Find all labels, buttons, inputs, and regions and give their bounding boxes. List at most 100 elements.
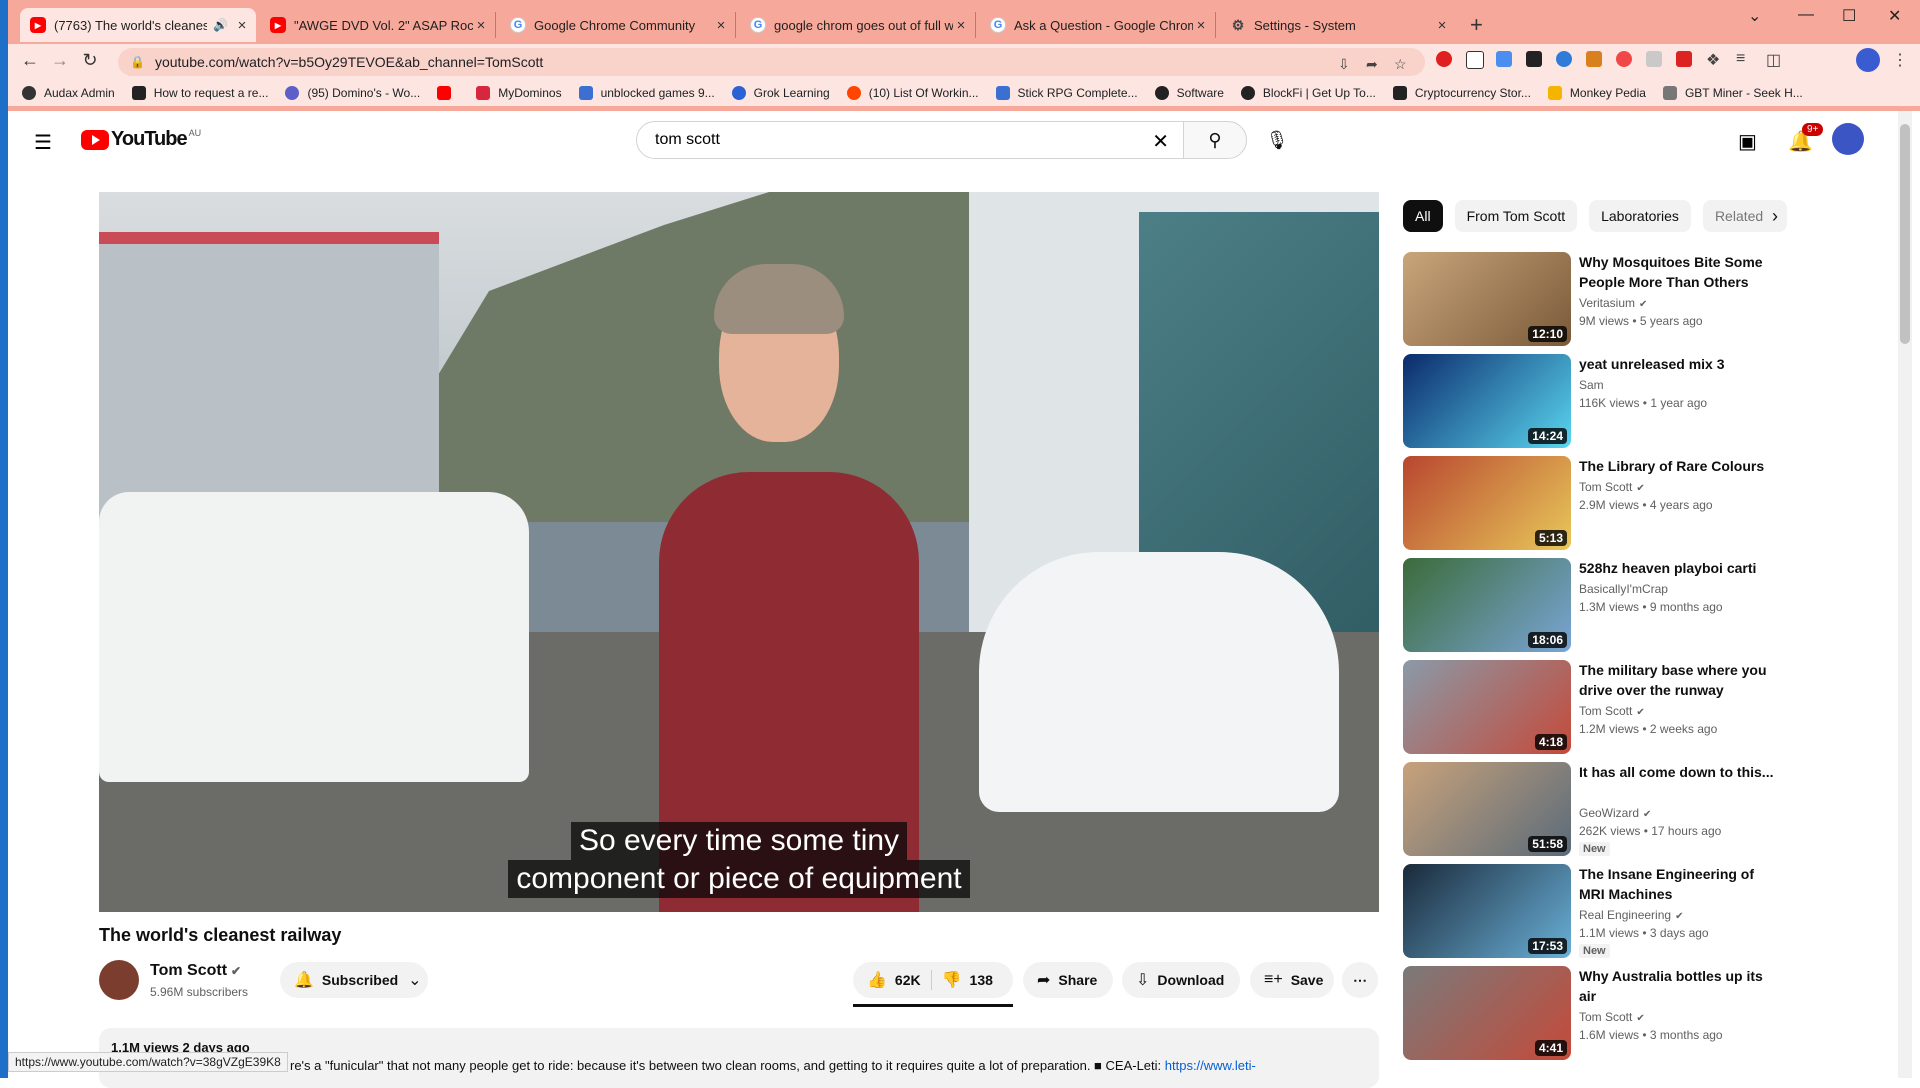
extension-icon[interactable] bbox=[1436, 51, 1452, 67]
bookmark-item[interactable] bbox=[437, 86, 459, 100]
tab-ask-question[interactable]: G Ask a Question - Google Chrome × bbox=[980, 12, 1216, 38]
video-title[interactable]: The Library of Rare Colours bbox=[1579, 456, 1779, 476]
address-bar[interactable]: 🔒 youtube.com/watch?v=b5Oy29TEVOE&ab_cha… bbox=[118, 48, 1425, 76]
tab-chrome-community[interactable]: G Google Chrome Community × bbox=[500, 12, 736, 38]
bookmark-item[interactable]: How to request a re... bbox=[131, 86, 268, 100]
search-input[interactable] bbox=[653, 130, 1137, 150]
extension-icon[interactable] bbox=[1616, 51, 1632, 67]
recommended-video[interactable]: 51:58 It has all come down to this... GeoW… bbox=[1403, 762, 1783, 856]
video-thumbnail[interactable]: 4:18 bbox=[1403, 660, 1571, 754]
channel-name[interactable]: Sam bbox=[1579, 378, 1604, 392]
video-thumbnail[interactable]: 4:41 bbox=[1403, 966, 1571, 1060]
tab-awge-dvd[interactable]: ▶ "AWGE DVD Vol. 2" ASAP Rocky × bbox=[260, 12, 496, 38]
extensions-puzzle-icon[interactable]: ❖ bbox=[1706, 50, 1720, 70]
extension-icon[interactable] bbox=[1586, 51, 1602, 67]
download-button[interactable]: ⇩ Download bbox=[1122, 962, 1240, 998]
tab-youtube-railway[interactable]: ▶ (7763) The world's cleanest r 🔊 × bbox=[20, 8, 256, 42]
recommended-video[interactable]: 14:24 yeat unreleased mix 3 Sam 116K views … bbox=[1403, 354, 1783, 448]
extension-icon[interactable] bbox=[1646, 51, 1662, 67]
youtube-logo[interactable]: YouTube AU bbox=[81, 128, 201, 151]
channel-avatar[interactable] bbox=[99, 960, 139, 1000]
bookmark-item[interactable]: (10) List Of Workin... bbox=[846, 86, 979, 100]
channel-name[interactable]: Tom Scott ✔ bbox=[1579, 1010, 1645, 1024]
share-icon[interactable]: ➦ bbox=[1366, 56, 1378, 73]
bookmark-item[interactable]: Audax Admin bbox=[22, 86, 115, 100]
bookmark-item[interactable]: (95) Domino's - Wo... bbox=[285, 86, 420, 100]
tab-settings[interactable]: ⚙ Settings - System × bbox=[1220, 12, 1456, 38]
channel-name[interactable]: Tom Scott ✔ bbox=[1579, 704, 1645, 718]
lock-icon[interactable]: 🔒 bbox=[130, 55, 145, 69]
recommended-video[interactable]: 4:18 The military base where you drive ov… bbox=[1403, 660, 1783, 754]
side-panel-icon[interactable]: ◫ bbox=[1766, 50, 1781, 70]
extension-icon[interactable] bbox=[1526, 51, 1542, 67]
close-tab-icon[interactable]: × bbox=[1193, 17, 1209, 34]
video-thumbnail[interactable]: 14:24 bbox=[1403, 354, 1571, 448]
tab-chrome-fullscreen[interactable]: G google chrom goes out of full w × bbox=[740, 12, 976, 38]
share-button[interactable]: ➦ Share bbox=[1023, 962, 1113, 998]
recommended-video[interactable]: 17:53 The Insane Engineering of MRI Machi… bbox=[1403, 864, 1783, 958]
chip-from-tom-scott[interactable]: From Tom Scott bbox=[1454, 200, 1578, 232]
close-tab-icon[interactable]: × bbox=[473, 17, 489, 34]
bookmark-item[interactable]: Monkey Pedia bbox=[1547, 86, 1646, 100]
bookmark-item[interactable]: unblocked games 9... bbox=[578, 86, 715, 100]
chip-all[interactable]: All bbox=[1403, 200, 1443, 232]
create-video-icon[interactable]: ▣ bbox=[1738, 129, 1757, 154]
forward-button[interactable]: → bbox=[48, 50, 72, 71]
video-thumbnail[interactable]: 12:10 bbox=[1403, 252, 1571, 346]
extension-icon[interactable] bbox=[1676, 51, 1692, 67]
bookmark-item[interactable]: Cryptocurrency Stor... bbox=[1392, 86, 1531, 100]
bookmark-item[interactable]: GBT Miner - Seek H... bbox=[1662, 86, 1803, 100]
account-avatar[interactable] bbox=[1832, 123, 1864, 155]
dislike-button[interactable]: 👎 138 bbox=[932, 970, 1003, 990]
close-tab-icon[interactable]: × bbox=[713, 17, 729, 34]
reload-button[interactable]: ↻ bbox=[78, 50, 102, 71]
video-title[interactable]: Why Mosquitoes Bite Some People More Tha… bbox=[1579, 252, 1779, 292]
bookmark-item[interactable]: BlockFi | Get Up To... bbox=[1240, 86, 1376, 100]
recommended-video[interactable]: 18:06 528hz heaven playboi carti Basically… bbox=[1403, 558, 1783, 652]
video-thumbnail[interactable]: 5:13 bbox=[1403, 456, 1571, 550]
new-tab-button[interactable]: + bbox=[1470, 12, 1483, 38]
extension-icon[interactable] bbox=[1496, 51, 1512, 67]
video-title[interactable]: yeat unreleased mix 3 bbox=[1579, 354, 1779, 374]
channel-name[interactable]: GeoWizard ✔ bbox=[1579, 806, 1651, 820]
search-button[interactable]: ⚲ bbox=[1183, 121, 1247, 159]
video-title[interactable]: 528hz heaven playboi carti bbox=[1579, 558, 1779, 578]
recommended-video[interactable]: 5:13 The Library of Rare Colours Tom Scott… bbox=[1403, 456, 1783, 550]
video-title[interactable]: The Insane Engineering of MRI Machines bbox=[1579, 864, 1779, 904]
bookmark-item[interactable]: MyDominos bbox=[476, 86, 562, 100]
extension-icon[interactable] bbox=[1556, 51, 1572, 67]
scrollbar-thumb[interactable] bbox=[1900, 124, 1910, 344]
recommended-video[interactable]: 4:41 Why Australia bottles up its air Tom … bbox=[1403, 966, 1783, 1060]
channel-name[interactable]: Real Engineering ✔ bbox=[1579, 908, 1683, 922]
channel-name[interactable]: Tom Scott ✔ bbox=[1579, 480, 1645, 494]
bookmark-item[interactable]: Grok Learning bbox=[731, 86, 830, 100]
video-title[interactable]: It has all come down to this... bbox=[1579, 762, 1779, 782]
video-title[interactable]: The military base where you drive over t… bbox=[1579, 660, 1779, 700]
minimize-button[interactable]: — bbox=[1798, 6, 1814, 24]
channel-name-row[interactable]: Tom Scott ✔ bbox=[150, 962, 241, 980]
video-player[interactable]: So every time some tiny component or pie… bbox=[99, 192, 1379, 912]
video-thumbnail[interactable]: 18:06 bbox=[1403, 558, 1571, 652]
voice-search-button[interactable]: 🎙 bbox=[1258, 121, 1296, 159]
maximize-button[interactable]: ☐ bbox=[1842, 6, 1856, 26]
subscribed-button[interactable]: 🔔 Subscribed ⌄ bbox=[280, 962, 428, 998]
chevron-right-icon[interactable]: › bbox=[1772, 206, 1778, 227]
more-actions-button[interactable]: ⋯ bbox=[1342, 962, 1378, 998]
chrome-menu-icon[interactable]: ⋮ bbox=[1892, 50, 1908, 70]
reading-list-icon[interactable]: ≡ bbox=[1736, 50, 1745, 68]
bookmark-item[interactable]: Software bbox=[1154, 86, 1224, 100]
profile-avatar[interactable] bbox=[1856, 48, 1880, 72]
video-thumbnail[interactable]: 51:58 bbox=[1403, 762, 1571, 856]
clear-search-icon[interactable]: ✕ bbox=[1152, 129, 1169, 154]
close-tab-icon[interactable]: × bbox=[234, 17, 250, 34]
channel-name[interactable]: BasicallyI'mCrap bbox=[1579, 582, 1668, 596]
like-button[interactable]: 👍 62K bbox=[853, 970, 932, 990]
close-window-button[interactable]: ✕ bbox=[1888, 6, 1901, 26]
bookmark-item[interactable]: Stick RPG Complete... bbox=[995, 86, 1138, 100]
tab-search-icon[interactable]: ⌄ bbox=[1748, 6, 1761, 26]
install-icon[interactable]: ⇩ bbox=[1338, 56, 1350, 73]
speaker-icon[interactable]: 🔊 bbox=[213, 18, 228, 32]
close-tab-icon[interactable]: × bbox=[953, 17, 969, 34]
channel-name[interactable]: Tom Scott bbox=[150, 962, 227, 979]
description-link[interactable]: https://www.leti- bbox=[1165, 1058, 1256, 1073]
